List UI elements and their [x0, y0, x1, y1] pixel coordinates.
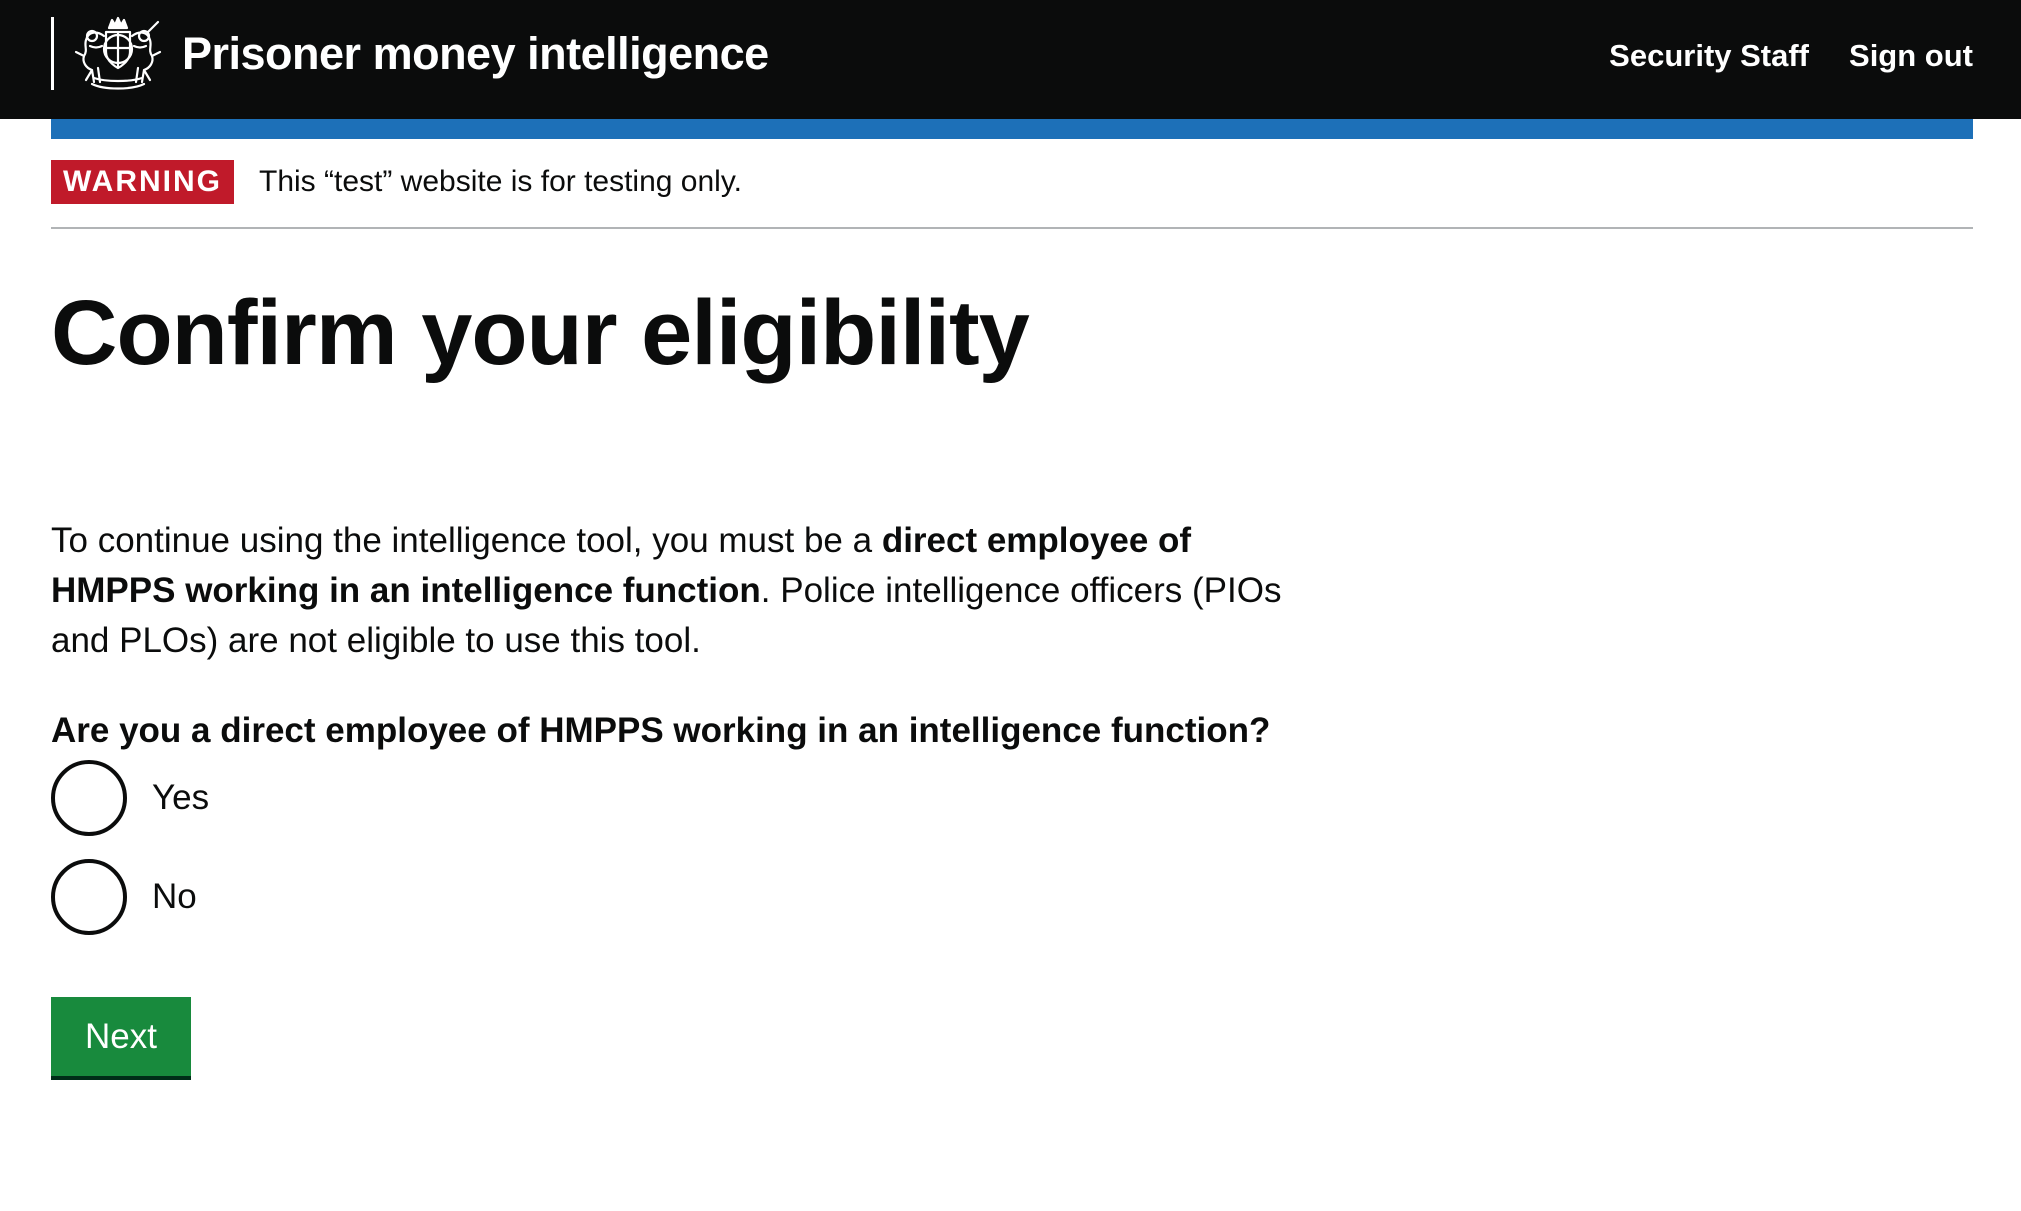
phase-banner: WARNING This “test” website is for testi… — [51, 160, 1973, 229]
service-name[interactable]: Prisoner money intelligence — [182, 28, 769, 80]
page-title: Confirm your eligibility — [51, 282, 1030, 384]
header-blue-bar — [51, 119, 1973, 139]
radio-no[interactable]: No — [51, 859, 197, 935]
radio-yes[interactable]: Yes — [51, 760, 209, 836]
next-button[interactable]: Next — [51, 997, 191, 1076]
radio-no-label[interactable]: No — [152, 859, 197, 935]
sign-out-link[interactable]: Sign out — [1849, 38, 1973, 74]
security-staff-link[interactable]: Security Staff — [1609, 38, 1809, 74]
radio-no-circle[interactable] — [51, 859, 127, 935]
header-brand[interactable]: Prisoner money intelligence — [51, 16, 769, 90]
intro-paragraph: To continue using the intelligence tool,… — [51, 516, 1301, 666]
header-inner: Prisoner money intelligence Security Sta… — [51, 0, 1973, 119]
banner-text: This “test” website is for testing only. — [259, 165, 742, 198]
eligibility-question: Are you a direct employee of HMPPS worki… — [51, 711, 1271, 750]
radio-yes-circle[interactable] — [51, 760, 127, 836]
radio-yes-label[interactable]: Yes — [152, 760, 209, 836]
intro-text-start: To continue using the intelligence tool,… — [51, 521, 882, 560]
header-nav: Security Staff Sign out — [1609, 38, 1973, 74]
royal-coat-of-arms-icon — [74, 16, 162, 90]
site-header: Prisoner money intelligence Security Sta… — [0, 0, 2021, 119]
warning-tag: WARNING — [51, 160, 234, 204]
brand-divider — [51, 17, 54, 90]
